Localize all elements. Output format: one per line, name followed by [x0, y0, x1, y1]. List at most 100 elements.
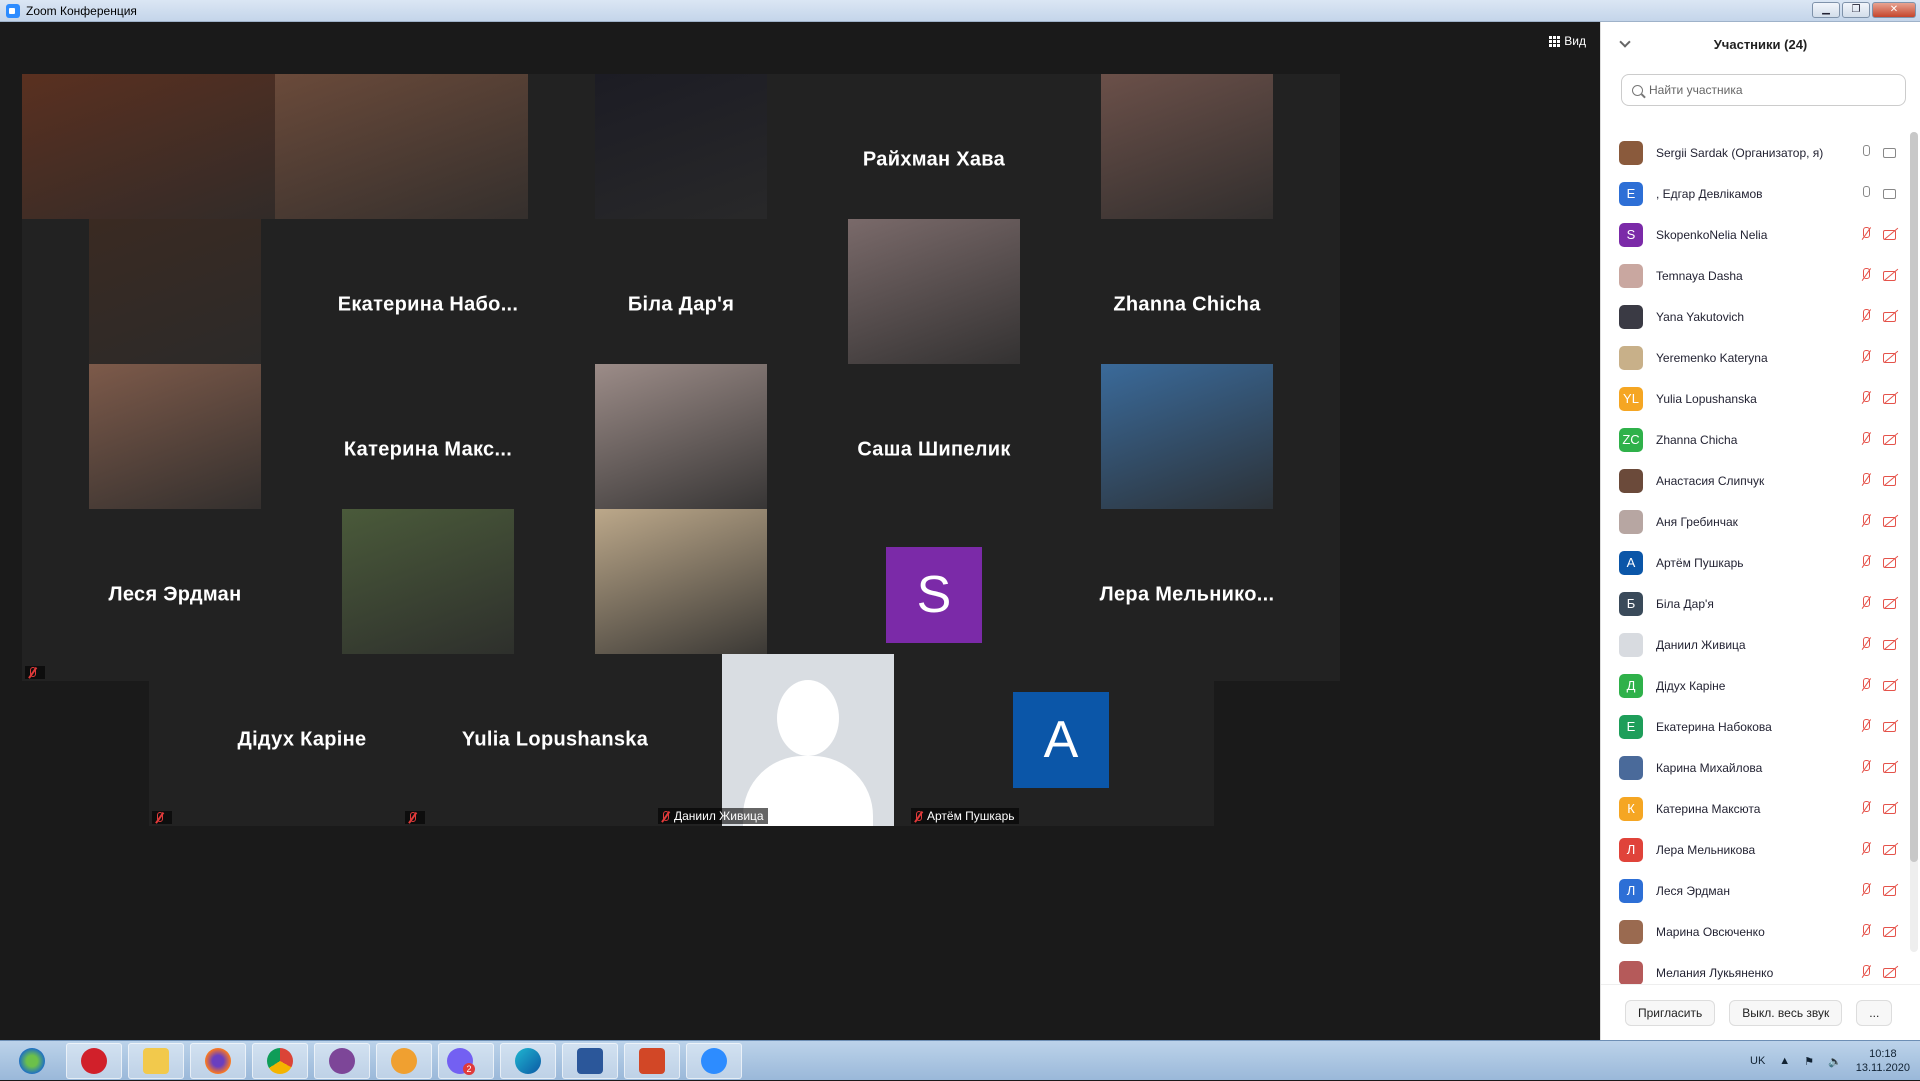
chevron-down-icon[interactable]: [1619, 36, 1631, 48]
language-indicator[interactable]: UK: [1750, 1055, 1765, 1067]
participant-row[interactable]: К Катерина Максюта: [1601, 788, 1911, 829]
mic-muted-icon[interactable]: [1859, 842, 1873, 856]
participant-avatar: S: [886, 547, 982, 643]
minimize-button[interactable]: ▁: [1812, 2, 1840, 18]
camera-off-icon[interactable]: [1883, 596, 1899, 610]
mic-muted-icon[interactable]: [1859, 391, 1873, 405]
mic-muted-icon[interactable]: [1859, 473, 1873, 487]
participant-avatar: [1619, 468, 1643, 493]
participant-row[interactable]: Sergii Sardak (Организатор, я): [1601, 132, 1911, 173]
participant-row[interactable]: Д Дідух Каріне: [1601, 665, 1911, 706]
close-button[interactable]: ✕: [1872, 2, 1916, 18]
participant-name: Артём Пушкарь: [927, 809, 1015, 823]
flag-icon[interactable]: ⚑: [1804, 1055, 1814, 1068]
camera-off-icon[interactable]: [1883, 391, 1899, 405]
participant-row[interactable]: Марина Овсюченко: [1601, 911, 1911, 952]
media-taskbar-button[interactable]: [376, 1042, 432, 1079]
participant-row[interactable]: Yeremenko Kateryna: [1601, 337, 1911, 378]
clock-date: 13.11.2020: [1855, 1062, 1910, 1074]
participants-panel: Участники (24) Найти участника Sergii Sa…: [1600, 22, 1920, 1040]
mic-icon[interactable]: [1859, 145, 1873, 159]
participant-row[interactable]: YL Yulia Lopushanska: [1601, 378, 1911, 419]
camera-icon[interactable]: [1883, 186, 1899, 200]
mic-muted-icon[interactable]: [1859, 432, 1873, 446]
camera-off-icon[interactable]: [1883, 801, 1899, 815]
mic-muted-icon[interactable]: [1859, 555, 1873, 569]
powerpoint-taskbar-button[interactable]: [624, 1042, 680, 1079]
view-button[interactable]: Вид: [1549, 34, 1586, 48]
mic-muted-icon[interactable]: [1859, 350, 1873, 364]
participant-row[interactable]: Е Екатерина Набокова: [1601, 706, 1911, 747]
zoom-app-icon: [6, 3, 20, 18]
camera-off-icon[interactable]: [1883, 637, 1899, 651]
camera-off-icon[interactable]: [1883, 760, 1899, 774]
mic-icon[interactable]: [1859, 186, 1873, 200]
participant-tile[interactable]: А Артём Пушкарь: [908, 654, 1214, 826]
mute-all-button[interactable]: Выкл. весь звук: [1729, 999, 1843, 1026]
participant-row[interactable]: А Артём Пушкарь: [1601, 542, 1911, 583]
participant-row[interactable]: Анастасия Слипчук: [1601, 460, 1911, 501]
explorer-taskbar-button[interactable]: [128, 1042, 184, 1079]
camera-off-icon[interactable]: [1883, 965, 1899, 979]
camera-off-icon[interactable]: [1883, 268, 1899, 282]
mic-muted-icon[interactable]: [1859, 760, 1873, 774]
participant-row[interactable]: Даниил Живица: [1601, 624, 1911, 665]
participant-row[interactable]: S SkopenkoNelia Nelia: [1601, 214, 1911, 255]
mic-muted-icon[interactable]: [1859, 596, 1873, 610]
volume-icon[interactable]: 🔈: [1828, 1055, 1842, 1068]
camera-off-icon[interactable]: [1883, 432, 1899, 446]
chrome-taskbar-button[interactable]: [252, 1042, 308, 1079]
camera-off-icon[interactable]: [1883, 678, 1899, 692]
camera-off-icon[interactable]: [1883, 350, 1899, 364]
restore-button[interactable]: ❐: [1842, 2, 1870, 18]
participant-row[interactable]: Аня Гребинчак: [1601, 501, 1911, 542]
camera-off-icon[interactable]: [1883, 924, 1899, 938]
invite-button[interactable]: Пригласить: [1625, 999, 1716, 1026]
firefox-taskbar-button[interactable]: [190, 1042, 246, 1079]
participant-row[interactable]: Е , Едгар Девлікамов: [1601, 173, 1911, 214]
camera-off-icon[interactable]: [1883, 473, 1899, 487]
participants-scrollbar[interactable]: [1910, 132, 1918, 952]
participant-row[interactable]: Temnaya Dasha: [1601, 255, 1911, 296]
mic-muted-icon[interactable]: [1859, 227, 1873, 241]
mic-muted-icon[interactable]: [1859, 514, 1873, 528]
camera-off-icon[interactable]: [1883, 555, 1899, 569]
participant-row[interactable]: Yana Yakutovich: [1601, 296, 1911, 337]
participant-row[interactable]: Б Біла Дар'я: [1601, 583, 1911, 624]
camera-off-icon[interactable]: [1883, 309, 1899, 323]
mic-muted-icon[interactable]: [1859, 309, 1873, 323]
tray-arrow-icon[interactable]: ▲: [1779, 1055, 1790, 1067]
camera-off-icon[interactable]: [1883, 842, 1899, 856]
zoom-taskbar-button[interactable]: [686, 1042, 742, 1079]
clock[interactable]: 10:18 13.11.2020: [1856, 1047, 1910, 1075]
word-taskbar-button[interactable]: [562, 1042, 618, 1079]
camera-off-icon[interactable]: [1883, 883, 1899, 897]
view-button-label: Вид: [1564, 34, 1586, 48]
mic-muted-icon[interactable]: [1859, 637, 1873, 651]
camera-off-icon[interactable]: [1883, 514, 1899, 528]
mic-muted-icon[interactable]: [1859, 678, 1873, 692]
mic-muted-icon[interactable]: [1859, 719, 1873, 733]
edge-taskbar-button[interactable]: [500, 1042, 556, 1079]
participant-row[interactable]: ZC Zhanna Chicha: [1601, 419, 1911, 460]
participant-row[interactable]: Л Леся Эрдман: [1601, 870, 1911, 911]
mic-muted-icon[interactable]: [1859, 883, 1873, 897]
participant-avatar: Л: [1619, 837, 1643, 862]
more-button[interactable]: ...: [1856, 999, 1893, 1026]
search-participant-input[interactable]: Найти участника: [1621, 74, 1906, 106]
start-taskbar-button[interactable]: [4, 1043, 60, 1079]
media-icon: [391, 1047, 417, 1074]
mic-muted-icon[interactable]: [1859, 965, 1873, 979]
camera-off-icon[interactable]: [1883, 227, 1899, 241]
participant-row[interactable]: Карина Михайлова: [1601, 747, 1911, 788]
viber-taskbar-button[interactable]: 2: [438, 1042, 494, 1079]
tor-taskbar-button[interactable]: [314, 1042, 370, 1079]
mic-muted-icon[interactable]: [1859, 924, 1873, 938]
camera-icon[interactable]: [1883, 145, 1899, 159]
camera-off-icon[interactable]: [1883, 719, 1899, 733]
mic-muted-icon[interactable]: [1859, 268, 1873, 282]
mic-muted-icon[interactable]: [1859, 801, 1873, 815]
participant-row[interactable]: Л Лера Мельникова: [1601, 829, 1911, 870]
participant-name: Zhanna Chicha: [1656, 432, 1738, 447]
opera-taskbar-button[interactable]: [66, 1042, 122, 1079]
